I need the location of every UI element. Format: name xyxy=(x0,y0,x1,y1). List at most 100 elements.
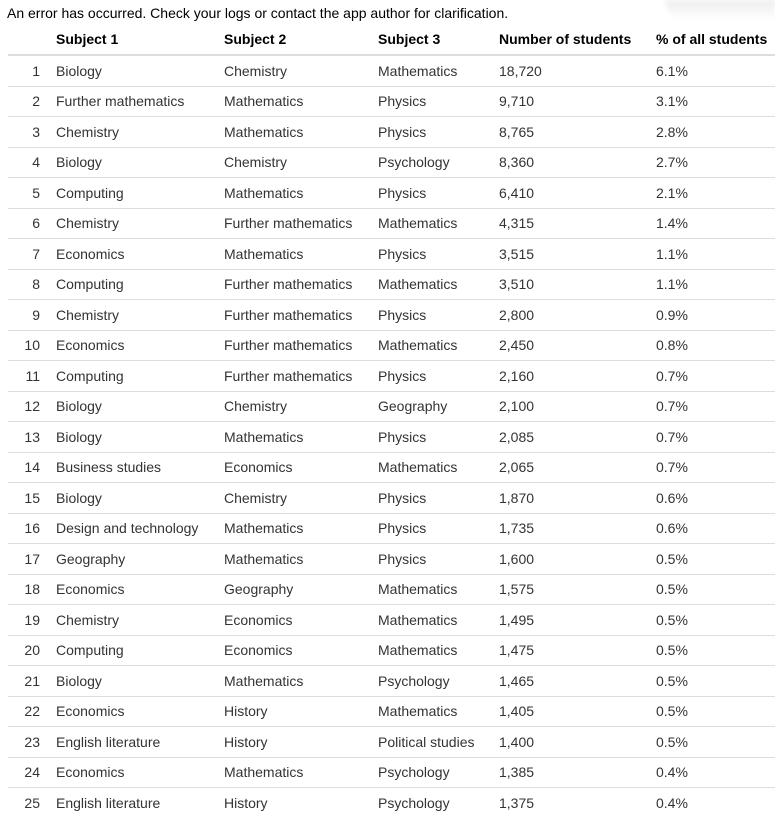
percent-cell: 0.7% xyxy=(648,421,775,452)
percent-cell: 2.1% xyxy=(648,177,775,208)
subject-2-cell: Further mathematics xyxy=(216,299,370,330)
subject-3-cell: Mathematics xyxy=(370,604,491,635)
subject-3-cell: Physics xyxy=(370,512,491,544)
header-row-number[interactable] xyxy=(8,24,48,56)
subject-1-cell: Computing xyxy=(48,360,216,391)
student-count-cell: 2,160 xyxy=(491,360,648,391)
row-number: 23 xyxy=(8,726,48,757)
subject-3-cell: Physics xyxy=(370,177,491,208)
percent-cell: 1.4% xyxy=(648,207,775,239)
subject-3-cell: Mathematics xyxy=(370,268,491,300)
row-number: 18 xyxy=(8,573,48,605)
subject-1-cell: Economics xyxy=(48,756,216,788)
subject-1-cell: English literature xyxy=(48,726,216,757)
subject-2-cell: Mathematics xyxy=(216,756,370,788)
row-number: 12 xyxy=(8,390,48,422)
row-number: 3 xyxy=(8,116,48,147)
subject-1-cell: Economics xyxy=(48,573,216,605)
subject-2-cell: Mathematics xyxy=(216,177,370,208)
subject-2-cell: Further mathematics xyxy=(216,360,370,391)
student-count-cell: 1,400 xyxy=(491,726,648,757)
subject-1-cell: Chemistry xyxy=(48,299,216,330)
table-row: 17 Geography Mathematics Physics 1,600 0.5% xyxy=(8,543,775,574)
subject-1-cell: Biology xyxy=(48,146,216,178)
row-number: 11 xyxy=(8,360,48,391)
subject-3-cell: Psychology xyxy=(370,787,491,818)
table-row: 4 Biology Chemistry Psychology 8,360 2.7% xyxy=(8,146,775,178)
percent-cell: 1.1% xyxy=(648,238,775,269)
subject-1-cell: Biology xyxy=(48,665,216,696)
student-count-cell: 1,495 xyxy=(491,604,648,635)
percent-cell: 0.4% xyxy=(648,756,775,788)
subject-2-cell: Economics xyxy=(216,604,370,635)
subject-3-cell: Mathematics xyxy=(370,634,491,666)
subject-2-cell: Mathematics xyxy=(216,238,370,269)
subject-2-cell: Chemistry xyxy=(216,390,370,422)
subject-1-cell: Economics xyxy=(48,238,216,269)
subject-2-cell: History xyxy=(216,695,370,727)
row-number: 10 xyxy=(8,329,48,361)
subject-2-cell: Mathematics xyxy=(216,421,370,452)
header-subject-2[interactable]: Subject 2 xyxy=(216,24,370,56)
header-subject-1[interactable]: Subject 1 xyxy=(48,24,216,56)
student-count-cell: 6,410 xyxy=(491,177,648,208)
row-number: 8 xyxy=(8,268,48,300)
student-count-cell: 9,710 xyxy=(491,85,648,117)
percent-cell: 3.1% xyxy=(648,85,775,117)
subject-2-cell: Further mathematics xyxy=(216,329,370,361)
student-count-cell: 2,800 xyxy=(491,299,648,330)
percent-cell: 0.4% xyxy=(648,787,775,818)
subject-2-cell: Economics xyxy=(216,634,370,666)
subject-3-cell: Psychology xyxy=(370,146,491,178)
percent-cell: 0.6% xyxy=(648,512,775,544)
notification-shadow xyxy=(665,0,775,20)
row-number: 24 xyxy=(8,756,48,788)
subject-1-cell: Biology xyxy=(48,421,216,452)
subject-3-cell: Physics xyxy=(370,85,491,117)
table-row: 7 Economics Mathematics Physics 3,515 1.1% xyxy=(8,238,775,269)
subject-2-cell: History xyxy=(216,787,370,818)
row-number: 17 xyxy=(8,543,48,574)
subject-3-cell: Physics xyxy=(370,543,491,574)
subject-3-cell: Mathematics xyxy=(370,207,491,239)
student-count-cell: 1,475 xyxy=(491,634,648,666)
header-subject-3[interactable]: Subject 3 xyxy=(370,24,491,56)
header-percent-of-students[interactable]: % of all students xyxy=(648,24,775,56)
table-row: 25 English literature History Psychology 1,3… xyxy=(8,787,775,818)
subject-2-cell: Mathematics xyxy=(216,85,370,117)
subject-1-cell: Computing xyxy=(48,177,216,208)
table-row: 21 Biology Mathematics Psychology 1,465 0.5% xyxy=(8,665,775,696)
table-row: 19 Chemistry Economics Mathematics 1,495 0.5% xyxy=(8,604,775,635)
student-count-cell: 1,405 xyxy=(491,695,648,727)
subject-1-cell: Biology xyxy=(56,62,102,79)
row-number: 15 xyxy=(8,482,48,513)
table-row: 10 Economics Further mathematics Mathematic… xyxy=(8,329,775,361)
table-row: 1 Biology Chemistry Mathematics 18,720 6.1% xyxy=(8,55,775,86)
table-row: 12 Biology Chemistry Geography 2,100 0.7% xyxy=(8,390,775,422)
subject-1-cell: Chemistry xyxy=(48,207,216,239)
error-message: An error has occurred. Check your logs o… xyxy=(7,5,509,21)
percent-cell: 0.5% xyxy=(648,695,775,727)
row-number: 25 xyxy=(8,787,48,818)
table-row: 9 Chemistry Further mathematics Physics 2,80… xyxy=(8,299,775,330)
row-number: 19 xyxy=(8,604,48,635)
subject-3-cell: Mathematics xyxy=(370,695,491,727)
table-row: 23 English literature History Political stu… xyxy=(8,726,775,757)
subject-2-cell: Mathematics xyxy=(216,116,370,147)
subject-3-cell: Psychology xyxy=(370,665,491,696)
table-row: 15 Biology Chemistry Physics 1,870 0.6% xyxy=(8,482,775,513)
row-number: 2 xyxy=(8,85,48,117)
row-number: 1 xyxy=(32,62,40,79)
percent-cell: 0.5% xyxy=(648,634,775,666)
header-number-of-students[interactable]: Number of students xyxy=(491,24,648,56)
table-row: 20 Computing Economics Mathematics 1,475 0.5% xyxy=(8,634,775,666)
student-count-cell: 1,870 xyxy=(491,482,648,513)
student-count-cell: 1,575 xyxy=(491,573,648,605)
subject-3-cell: Mathematics xyxy=(370,329,491,361)
subject-2-cell: Mathematics xyxy=(216,512,370,544)
table-row: 18 Economics Geography Mathematics 1,575 0.5% xyxy=(8,573,775,605)
subject-3-cell: Physics xyxy=(370,360,491,391)
student-count-cell: 1,735 xyxy=(491,512,648,544)
percent-cell: 6.1% xyxy=(656,62,688,79)
table-row: 13 Biology Mathematics Physics 2,085 0.7% xyxy=(8,421,775,452)
